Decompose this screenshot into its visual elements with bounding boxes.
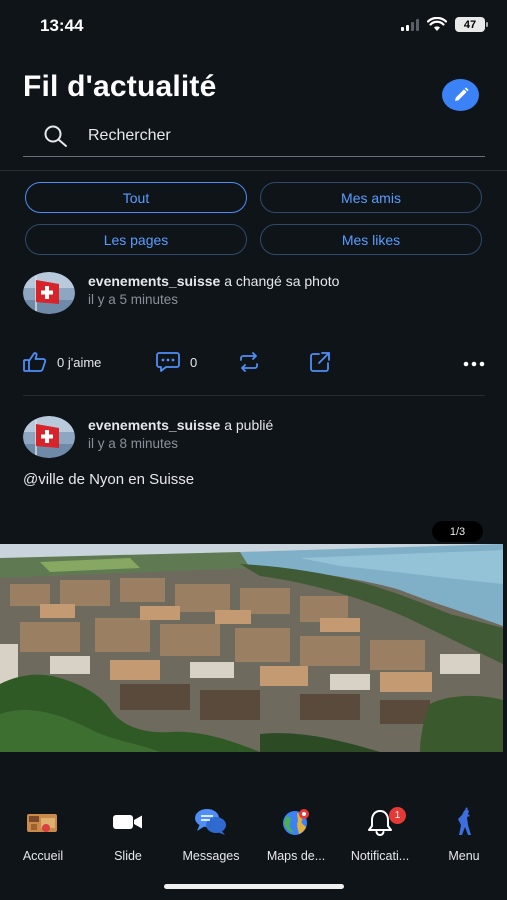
compose-button[interactable] [442, 79, 479, 111]
more-options-button[interactable] [463, 354, 485, 374]
external-share-button[interactable] [309, 351, 331, 373]
post-actions: 0 j'aime 0 [23, 351, 485, 377]
post-header: evenements_suisse a publié il y a 8 minu… [23, 416, 485, 460]
post-action: a publié [224, 417, 274, 433]
status-icons: 47 [401, 17, 488, 32]
post-author[interactable]: evenements_suisse [88, 417, 220, 433]
tab-label: Accueil [22, 849, 64, 863]
repost-icon [240, 352, 258, 372]
notification-badge: 1 [389, 807, 406, 824]
tab-notifications[interactable]: 1 Notificati... [335, 805, 425, 863]
globe-map-icon [283, 809, 309, 835]
page-title: Fil d'actualité [23, 70, 217, 103]
status-bar: 13:44 47 [0, 0, 507, 50]
home-icon [27, 814, 57, 832]
comment-icon [156, 352, 180, 372]
tab-menu[interactable]: Menu [419, 805, 507, 863]
status-time: 13:44 [40, 16, 84, 35]
bottom-tab-bar: Accueil Slide Messages Maps de... 1 Noti… [0, 805, 507, 875]
external-link-icon [310, 352, 330, 372]
cellular-signal-icon [401, 18, 419, 31]
tab-accueil[interactable]: Accueil [0, 805, 88, 863]
header-divider [0, 170, 507, 171]
image-counter: 1/3 [432, 521, 483, 542]
pencil-icon [454, 87, 469, 101]
post-text: @ville de Nyon en Suisse [23, 471, 195, 488]
avatar[interactable] [23, 272, 75, 314]
more-dots-icon [463, 361, 485, 367]
tab-slide[interactable]: Slide [83, 805, 173, 863]
comment-count: 0 [190, 354, 198, 370]
thumbs-up-icon [23, 352, 47, 372]
post-image[interactable] [0, 544, 503, 752]
battery-indicator: 47 [455, 17, 488, 32]
comment-button[interactable]: 0 [156, 351, 197, 373]
search-icon [44, 125, 67, 147]
post-header: evenements_suisse a changé sa photo il y… [23, 272, 485, 316]
wifi-icon [427, 17, 447, 31]
post-timestamp: il y a 8 minutes [88, 436, 179, 451]
filter-tout[interactable]: Tout [25, 182, 247, 213]
post-author[interactable]: evenements_suisse [88, 273, 220, 289]
filter-mes-likes[interactable]: Mes likes [260, 224, 482, 255]
post-author-line: evenements_suisse a publié [88, 417, 273, 433]
tab-label: Slide [114, 849, 142, 863]
tab-label: Maps de... [266, 849, 326, 863]
tab-label: Notificati... [350, 849, 410, 863]
post-timestamp: il y a 5 minutes [88, 292, 179, 307]
video-camera-icon [113, 815, 142, 829]
filter-mes-amis[interactable]: Mes amis [260, 182, 482, 213]
home-indicator [164, 884, 344, 889]
tab-messages[interactable]: Messages [166, 805, 256, 863]
tab-maps[interactable]: Maps de... [251, 805, 341, 863]
avatar[interactable] [23, 416, 75, 458]
post-author-line: evenements_suisse a changé sa photo [88, 273, 339, 289]
share-repost-button[interactable] [238, 351, 260, 373]
like-count: 0 j'aime [57, 354, 102, 370]
like-button[interactable]: 0 j'aime [23, 351, 101, 373]
search-bar[interactable] [23, 116, 485, 157]
tab-label: Messages [182, 849, 240, 863]
filter-les-pages[interactable]: Les pages [25, 224, 247, 255]
tab-label: Menu [448, 849, 480, 863]
menu-figure-icon [458, 807, 471, 835]
post-action: a changé sa photo [224, 273, 340, 289]
search-input[interactable] [88, 124, 458, 148]
post-divider [23, 395, 485, 396]
chat-bubbles-icon [195, 809, 226, 835]
